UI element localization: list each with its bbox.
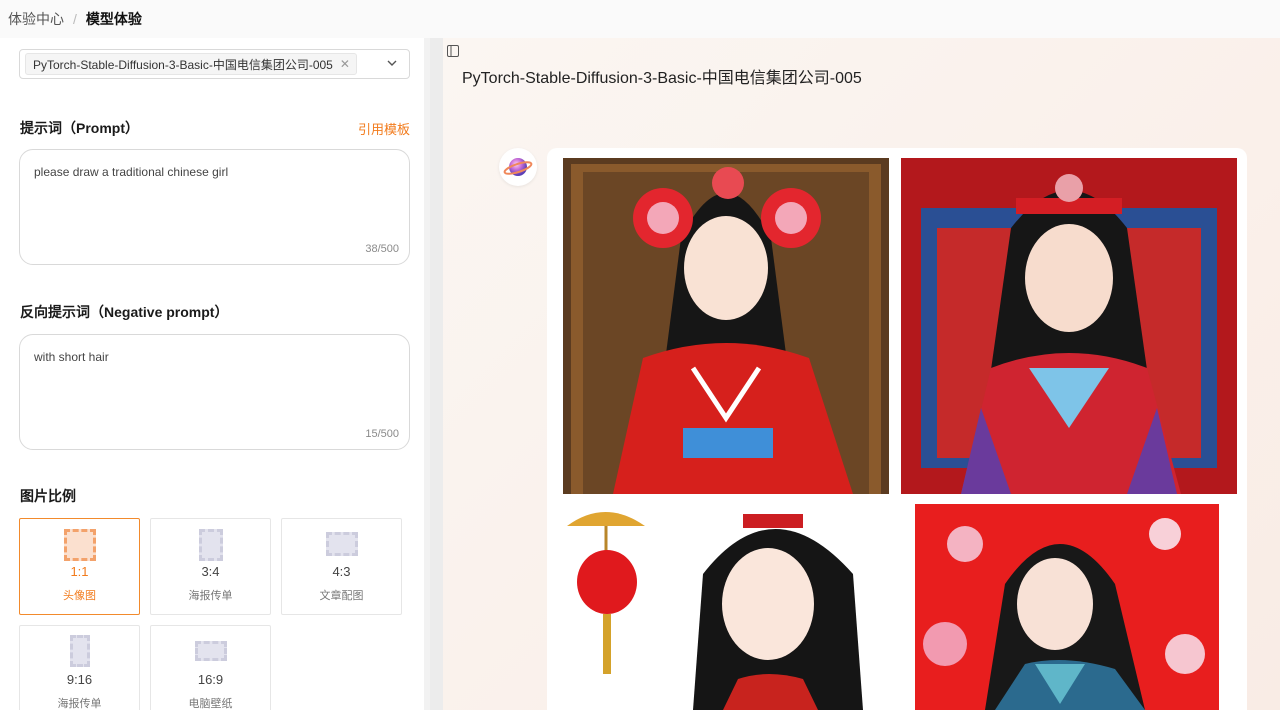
ratio-label: 图片比例 bbox=[20, 488, 76, 504]
use-template-link[interactable]: 引用模板 bbox=[358, 119, 410, 138]
ratio-option-4-3[interactable]: 4:3 文章配图 bbox=[281, 518, 402, 615]
prompt-text: please draw a traditional chinese girl bbox=[34, 165, 229, 179]
negative-prompt-label: 反向提示词（Negative prompt） bbox=[20, 304, 229, 320]
generated-image-4[interactable] bbox=[915, 504, 1221, 710]
close-icon[interactable]: ✕ bbox=[340, 57, 350, 71]
negative-prompt-char-count: 15/500 bbox=[365, 428, 399, 440]
prompt-char-count: 38/500 bbox=[365, 243, 399, 255]
ratio-option-9-16[interactable]: 9:16 海报传单 bbox=[19, 625, 140, 710]
divider bbox=[430, 38, 443, 710]
model-title: PyTorch-Stable-Diffusion-3-Basic-中国电信集团公… bbox=[462, 70, 862, 87]
ratio-option-16-9[interactable]: 16:9 电脑壁纸 bbox=[150, 625, 271, 710]
generated-image-3[interactable] bbox=[563, 504, 889, 710]
ratio-1-1-icon bbox=[63, 529, 96, 561]
ratio-name: 文章配图 bbox=[319, 590, 364, 602]
breadcrumb-separator: / bbox=[73, 11, 77, 27]
generated-image-2[interactable] bbox=[901, 158, 1237, 494]
result-panel: PyTorch-Stable-Diffusion-3-Basic-中国电信集团公… bbox=[430, 38, 1280, 710]
result-card bbox=[547, 148, 1247, 710]
breadcrumb-current: 模型体验 bbox=[85, 11, 142, 27]
ratio-option-3-4[interactable]: 3:4 海报传单 bbox=[150, 518, 271, 615]
breadcrumb: 体验中心 / 模型体验 bbox=[0, 0, 1280, 38]
ratio-value: 16:9 bbox=[197, 672, 224, 687]
settings-panel: PyTorch-Stable-Diffusion-3-Basic-中国电信集团公… bbox=[0, 38, 430, 710]
negative-prompt-textarea[interactable]: with short hair 15/500 bbox=[19, 334, 410, 450]
breadcrumb-parent[interactable]: 体验中心 bbox=[8, 9, 64, 29]
chevron-down-icon[interactable] bbox=[385, 56, 399, 70]
bot-avatar bbox=[499, 148, 537, 186]
ratio-name: 海报传单 bbox=[57, 698, 102, 710]
ratio-value: 9:16 bbox=[66, 672, 93, 687]
ratio-name: 头像图 bbox=[63, 590, 96, 602]
ratio-3-4-icon bbox=[198, 529, 223, 561]
model-select[interactable]: PyTorch-Stable-Diffusion-3-Basic-中国电信集团公… bbox=[19, 49, 410, 79]
ratio-value: 4:3 bbox=[332, 564, 351, 579]
ratio-4-3-icon bbox=[325, 532, 358, 556]
model-tag-label: PyTorch-Stable-Diffusion-3-Basic-中国电信集团公… bbox=[33, 57, 333, 72]
ratio-9-16-icon bbox=[69, 635, 90, 667]
ratio-value: 3:4 bbox=[201, 564, 220, 579]
sidebar-collapse-icon[interactable] bbox=[447, 44, 459, 57]
ratio-option-1-1[interactable]: 1:1 头像图 bbox=[19, 518, 140, 615]
generated-image-1[interactable] bbox=[563, 158, 889, 494]
ratio-name: 电脑壁纸 bbox=[188, 698, 233, 710]
model-tag: PyTorch-Stable-Diffusion-3-Basic-中国电信集团公… bbox=[25, 53, 357, 75]
ratio-16-9-icon bbox=[194, 641, 227, 661]
ratio-name: 海报传单 bbox=[188, 590, 233, 602]
negative-prompt-text: with short hair bbox=[34, 350, 109, 364]
ratio-value: 1:1 bbox=[70, 564, 89, 579]
prompt-label: 提示词（Prompt） bbox=[20, 120, 139, 136]
prompt-textarea[interactable]: please draw a traditional chinese girl 3… bbox=[19, 149, 410, 265]
